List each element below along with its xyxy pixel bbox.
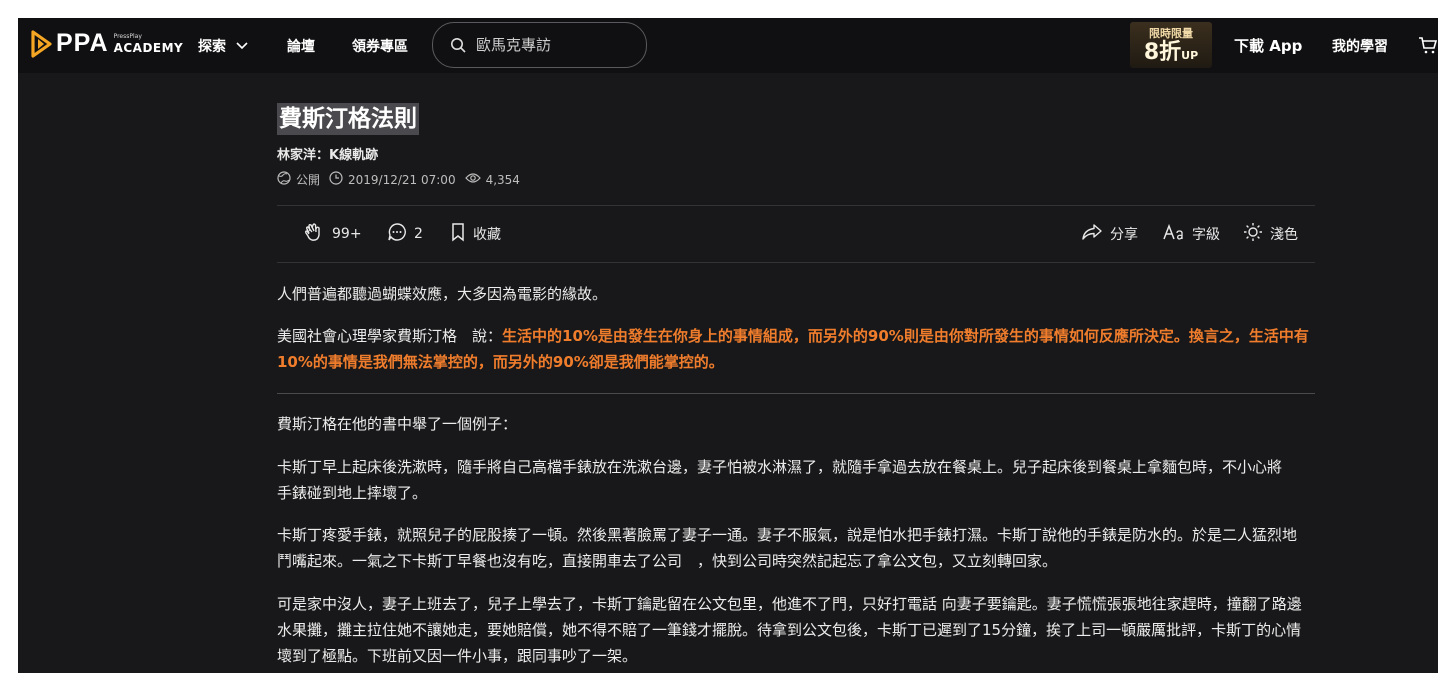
download-app-link[interactable]: 下載 App	[1234, 18, 1302, 73]
promo-suffix: UP	[1181, 49, 1199, 62]
my-learning-link[interactable]: 我的學習	[1332, 18, 1388, 73]
font-size-button[interactable]: 字級	[1163, 213, 1220, 255]
divider	[277, 262, 1315, 263]
logo-subtitle: PressPlay ACADEMY	[113, 32, 184, 55]
clock-icon	[329, 171, 348, 188]
search-input[interactable]	[474, 35, 638, 55]
promo-banner[interactable]: 限時限量 8折UP	[1130, 22, 1212, 68]
divider	[277, 393, 1315, 394]
bookmark-label: 收藏	[473, 227, 501, 243]
article-paragraph: 卡斯丁早上起床後洗漱時，隨手將自己高檔手錶放在洗漱台邊，妻子怕被水淋濕了，就隨手…	[277, 458, 1283, 502]
comment-count: 2	[414, 226, 423, 242]
promo-discount: 8折UP	[1130, 41, 1212, 68]
logo-text: PPA	[56, 29, 109, 57]
promo-line2: 8折	[1143, 40, 1182, 65]
article-paragraph: 費斯汀格在他的書中舉了一個例子：	[277, 415, 518, 433]
nav-forum[interactable]: 論壇	[287, 18, 315, 73]
article-paragraph: 卡斯丁疼愛手錶，就照兒子的屁股揍了一頓。然後黑著臉罵了妻子一通。妻子不服氣，說是…	[277, 526, 1298, 570]
visibility-label: 公開	[296, 173, 321, 187]
views-meta: 4,354	[464, 172, 520, 187]
clap-icon	[303, 221, 332, 247]
theme-label: 淺色	[1270, 227, 1298, 243]
theme-toggle-button[interactable]: 淺色	[1243, 213, 1298, 255]
visibility-meta: 公開	[277, 171, 320, 188]
nav-explore-label: 探索	[198, 38, 226, 55]
chevron-down-icon	[236, 38, 248, 54]
quote-prefix: 美國社會心理學家費斯汀格 說：	[277, 327, 503, 345]
clap-count: 99+	[332, 226, 362, 242]
comment-button[interactable]: 2	[387, 213, 423, 255]
ppa-logo-icon	[30, 29, 52, 58]
share-icon	[1081, 223, 1110, 245]
share-label: 分享	[1110, 227, 1138, 243]
clap-button[interactable]: 99+	[303, 213, 362, 255]
comment-icon	[387, 222, 414, 246]
logo-sub-academy: ACADEMY	[113, 40, 184, 55]
article-quote-paragraph: 美國社會心理學家費斯汀格 說：生活中的10%是由發生在你身上的事情組成，而另外的…	[277, 323, 1315, 375]
promo-line1: 限時限量	[1149, 27, 1193, 40]
article-meta: 公開 2019/12/21 07:00 4,354	[277, 171, 529, 188]
globe-icon	[277, 171, 296, 188]
top-navigation-bar: PPA PressPlay ACADEMY 探索 論壇 領券專區 限時限量 8折…	[18, 18, 1438, 73]
app-frame: PPA PressPlay ACADEMY 探索 論壇 領券專區 限時限量 8折…	[18, 18, 1438, 673]
bookmark-icon	[450, 222, 473, 246]
article-action-bar: 99+ 2 收藏 分享 字級 淺色	[277, 213, 1315, 255]
author-name[interactable]: 林家洋：K線軌跡	[277, 144, 378, 163]
eye-icon	[464, 172, 486, 187]
nav-explore[interactable]: 探索	[198, 18, 248, 73]
divider	[277, 205, 1315, 206]
article-paragraph: 人們普遍都聽過蝴蝶效應，大多因為電影的緣故。	[277, 285, 608, 303]
search-box[interactable]	[432, 22, 647, 68]
search-icon	[450, 37, 466, 53]
cart-icon[interactable]	[1418, 35, 1438, 59]
nav-coupon-zone[interactable]: 領券專區	[352, 18, 408, 73]
font-size-label: 字級	[1192, 227, 1220, 243]
article-title: 費斯汀格法則	[277, 103, 419, 135]
bookmark-button[interactable]: 收藏	[450, 213, 501, 255]
share-button[interactable]: 分享	[1081, 213, 1138, 255]
article-paragraph: 可是家中沒人，妻子上班去了，兒子上學去了，卡斯丁鑰匙留在公文包里，他進不了門，只…	[277, 595, 1302, 665]
logo-sub-pressplay: PressPlay	[113, 32, 142, 40]
font-size-icon	[1163, 223, 1192, 244]
datetime-meta: 2019/12/21 07:00	[329, 171, 456, 188]
view-count: 4,354	[485, 172, 520, 187]
publish-datetime: 2019/12/21 07:00	[348, 172, 456, 187]
ppa-academy-logo[interactable]: PPA PressPlay ACADEMY	[30, 29, 183, 58]
sun-icon	[1243, 222, 1270, 246]
